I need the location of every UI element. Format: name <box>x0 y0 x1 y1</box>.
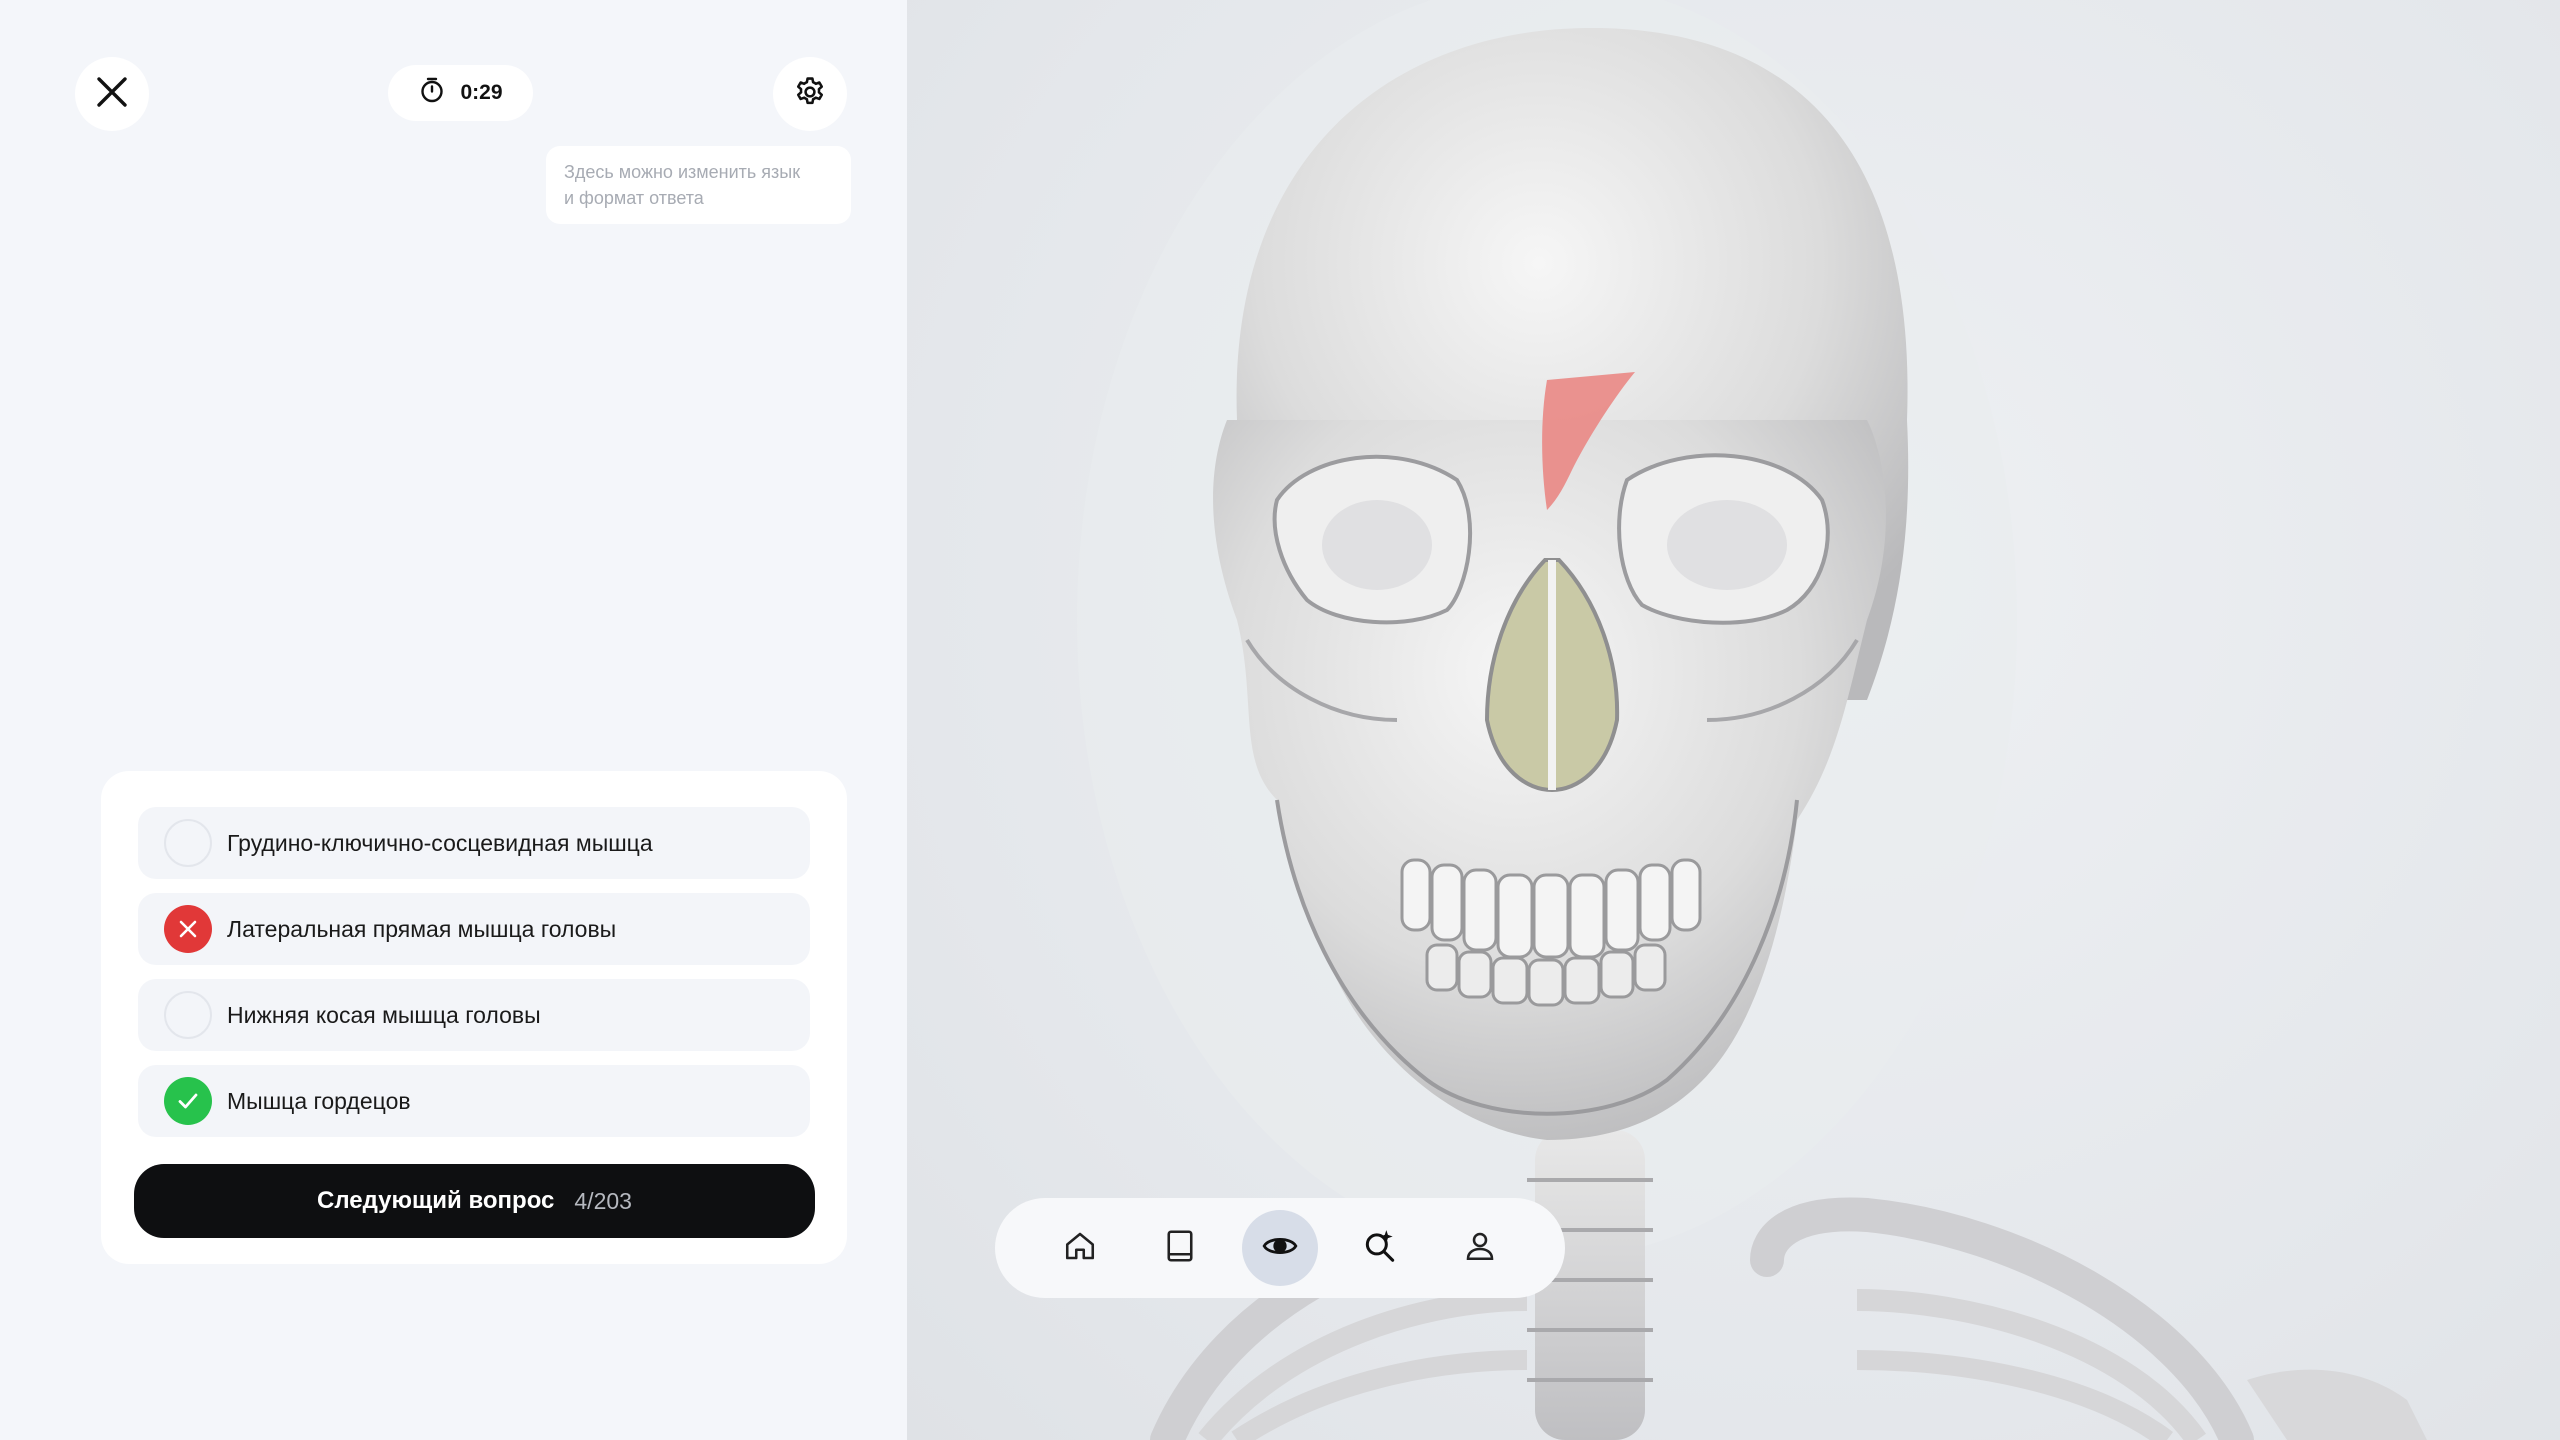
question-counter: 4/203 <box>574 1187 632 1214</box>
answer-card: Грудино-ключично-сосцевидная мышца Латер… <box>101 771 847 1264</box>
bottom-dock <box>995 1198 1565 1298</box>
radio-empty-icon <box>164 819 212 867</box>
stopwatch-icon <box>418 76 446 110</box>
book-icon <box>1163 1228 1197 1269</box>
answer-option[interactable]: Нижняя косая мышца головы <box>138 979 810 1051</box>
answer-option[interactable]: Латеральная прямая мышца головы <box>138 893 810 965</box>
close-button[interactable] <box>75 57 149 131</box>
gear-icon <box>793 75 827 114</box>
search-sparkle-icon <box>1361 1227 1399 1270</box>
answer-label: Нижняя косая мышца головы <box>227 1001 541 1028</box>
next-question-label: Следующий вопрос <box>317 1187 555 1214</box>
profile-icon <box>1462 1228 1498 1269</box>
correct-answer-icon <box>164 1077 212 1125</box>
home-icon <box>1062 1228 1098 1269</box>
hint-line-2: и формат ответа <box>564 188 704 208</box>
hint-line-1: Здесь можно изменить язык <box>564 162 801 182</box>
answer-label: Мышца гордецов <box>227 1087 411 1114</box>
dock-search-button[interactable] <box>1342 1210 1418 1286</box>
close-icon <box>94 74 130 115</box>
eye-icon <box>1261 1227 1299 1270</box>
dock-profile-button[interactable] <box>1442 1210 1518 1286</box>
dock-home-button[interactable] <box>1042 1210 1118 1286</box>
answer-option[interactable]: Грудино-ключично-сосцевидная мышца <box>138 807 810 879</box>
answer-label: Латеральная прямая мышца головы <box>227 915 617 942</box>
next-question-button[interactable]: Следующий вопрос 4/203 <box>134 1164 815 1238</box>
settings-hint-tooltip: Здесь можно изменить язык и формат ответ… <box>546 146 851 224</box>
timer-value: 0:29 <box>460 81 503 104</box>
timer: 0:29 <box>388 65 533 121</box>
wrong-answer-icon <box>164 905 212 953</box>
radio-empty-icon <box>164 991 212 1039</box>
quiz-panel: 0:29 Здесь можно изменить язык и формат … <box>0 0 907 1440</box>
answer-option[interactable]: Мышца гордецов <box>138 1065 810 1137</box>
answer-label: Грудино-ключично-сосцевидная мышца <box>227 829 653 856</box>
dock-view-button[interactable] <box>1242 1210 1318 1286</box>
settings-button[interactable] <box>773 57 847 131</box>
dock-book-button[interactable] <box>1142 1210 1218 1286</box>
